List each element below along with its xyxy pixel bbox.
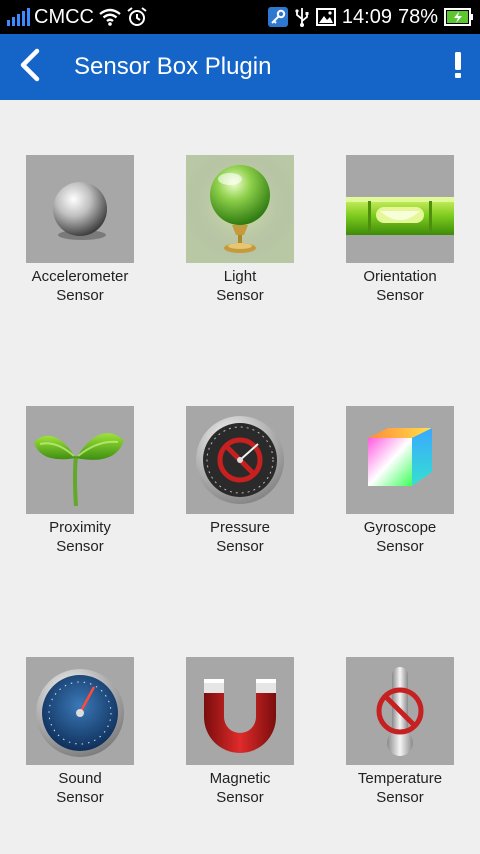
carrier-name: CMCC bbox=[34, 5, 94, 28]
battery-icon bbox=[444, 8, 474, 26]
sensor-label: Accelerometer Sensor bbox=[31, 268, 129, 304]
sensor-tile-sound[interactable]: Sound Sensor bbox=[0, 657, 160, 807]
crystal-ball-icon bbox=[186, 155, 294, 263]
sensor-tile-light[interactable]: Light Sensor bbox=[160, 155, 320, 305]
sensor-tile-accelerometer[interactable]: Accelerometer Sensor bbox=[0, 155, 160, 305]
chevron-left-icon bbox=[18, 48, 42, 87]
status-right: 14:09 78% bbox=[267, 5, 480, 29]
sensor-tile-proximity[interactable]: Proximity Sensor bbox=[0, 406, 160, 556]
sensor-tile-orientation[interactable]: Orientation Sensor bbox=[320, 155, 480, 305]
pressure-gauge-icon bbox=[186, 406, 294, 514]
spirit-level-icon bbox=[346, 155, 454, 263]
alarm-icon bbox=[126, 6, 148, 28]
sensor-label: Magnetic Sensor bbox=[209, 770, 271, 806]
app-bar: Sensor Box Plugin bbox=[0, 34, 480, 100]
back-button[interactable] bbox=[0, 34, 60, 100]
screen: CMCC 14:09 78% Sensor Box Plugin Acceler… bbox=[0, 0, 480, 854]
key-icon bbox=[267, 7, 288, 27]
more-options-button[interactable] bbox=[436, 34, 480, 100]
wifi-icon bbox=[98, 7, 122, 27]
sound-meter-icon bbox=[26, 657, 134, 765]
status-bar: CMCC 14:09 78% bbox=[0, 0, 480, 34]
sensor-tile-magnetic[interactable]: Magnetic Sensor bbox=[160, 657, 320, 807]
picture-icon bbox=[315, 8, 336, 26]
sensor-label: Pressure Sensor bbox=[209, 519, 271, 555]
status-left: CMCC bbox=[0, 6, 148, 29]
usb-icon bbox=[294, 7, 310, 27]
sensor-tile-gyroscope[interactable]: Gyroscope Sensor bbox=[320, 406, 480, 556]
sensor-tile-pressure[interactable]: Pressure Sensor bbox=[160, 406, 320, 556]
sensor-label: Gyroscope Sensor bbox=[363, 519, 437, 555]
signal-icon bbox=[6, 7, 30, 27]
color-cube-icon bbox=[346, 406, 454, 514]
sensor-tile-temperature[interactable]: Temperature Sensor bbox=[320, 657, 480, 807]
sensor-label: Sound Sensor bbox=[56, 770, 104, 806]
magnet-icon bbox=[186, 657, 294, 765]
sensor-label: Light Sensor bbox=[216, 268, 264, 304]
sprout-icon bbox=[26, 406, 134, 514]
battery-percent: 78% bbox=[397, 5, 438, 28]
exclamation-icon bbox=[452, 51, 464, 84]
sensor-label: Proximity Sensor bbox=[49, 519, 111, 555]
sphere-icon bbox=[26, 155, 134, 263]
sensor-label: Temperature Sensor bbox=[357, 770, 443, 806]
page-title: Sensor Box Plugin bbox=[74, 53, 272, 80]
thermometer-icon bbox=[346, 657, 454, 765]
sensor-label: Orientation Sensor bbox=[363, 268, 437, 304]
clock-time: 14:09 bbox=[341, 5, 392, 28]
